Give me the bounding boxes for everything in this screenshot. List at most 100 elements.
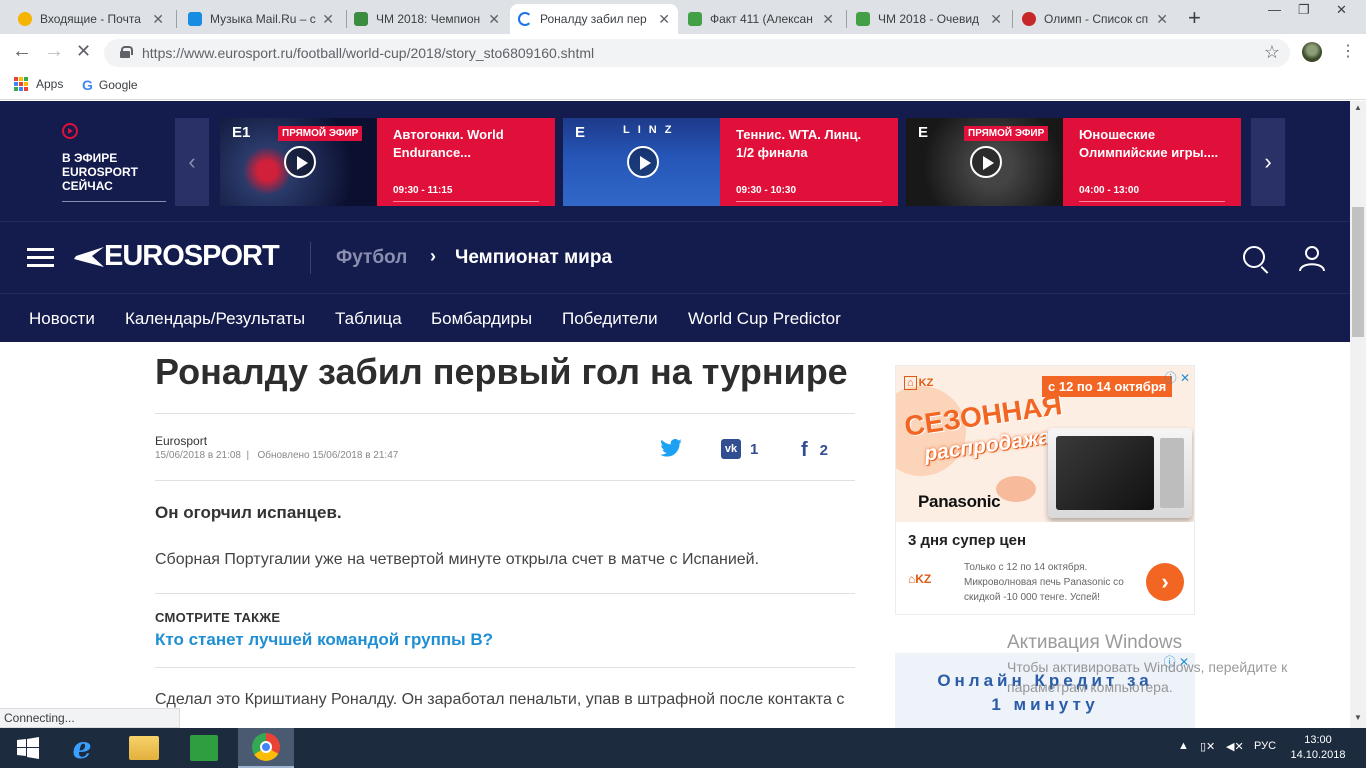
breadcrumb-world-cup[interactable]: Чемпионат мира <box>455 247 612 269</box>
restore-icon[interactable]: ❐ <box>1298 2 1310 18</box>
bookmark-star-icon[interactable]: ☆ <box>1264 42 1280 63</box>
kz-small-logo: ⌂KZ <box>908 572 931 586</box>
live-label[interactable]: В ЭФИРЕ EUROSPORT СЕЙЧАС <box>62 123 166 202</box>
address-bar: ← → ✕ https://www.eurosport.ru/football/… <box>0 34 1366 70</box>
live-label-text: В ЭФИРЕ EUROSPORT СЕЙЧАС <box>62 151 139 193</box>
close-tab-icon[interactable]: ✕ <box>1156 11 1168 28</box>
clock-time: 13:00 <box>1304 734 1332 746</box>
card-title: Теннис. WTA. Линц. 1/2 финала <box>736 127 862 160</box>
close-tab-icon[interactable]: ✕ <box>822 11 834 28</box>
close-tab-icon[interactable]: ✕ <box>152 11 164 28</box>
article-lead: Он огорчил испанцев. <box>155 503 342 522</box>
language-indicator[interactable]: РУС <box>1254 740 1276 752</box>
olympic-thumbnail: E ПРЯМОЙ ЭФИР <box>906 118 1063 206</box>
facebook-share-button[interactable]: f 2 <box>801 439 828 462</box>
browser-tab[interactable]: ЧМ 2018 - Очевид ✕ <box>848 4 1010 34</box>
fb-count: 2 <box>819 442 829 459</box>
close-tab-icon[interactable]: ✕ <box>488 11 500 28</box>
arrow-right-icon: › <box>1161 569 1169 594</box>
facebook-icon: f <box>801 439 808 461</box>
scroll-down-icon[interactable]: ▼ <box>1354 713 1362 722</box>
carousel-next-button[interactable]: › <box>1251 118 1285 206</box>
browser-tab[interactable]: Музыка Mail.Ru – с ✕ <box>180 4 342 34</box>
meta-separator: | <box>243 450 255 461</box>
scroll-up-icon[interactable]: ▲ <box>1354 103 1362 112</box>
tab-separator <box>846 10 847 28</box>
taskbar-chrome[interactable] <box>238 728 294 768</box>
nav-world-cup-predictor[interactable]: World Cup Predictor <box>688 309 841 329</box>
browser-tab[interactable]: Факт 411 (Алексан ✕ <box>680 4 842 34</box>
network-icon[interactable]: ▯✕ <box>1200 740 1215 753</box>
see-also-link[interactable]: Кто станет лучшей командой группы B? <box>155 630 493 650</box>
carousel-prev-button[interactable]: ‹ <box>175 118 209 206</box>
taskbar-explorer[interactable] <box>116 728 172 768</box>
page-scrollbar[interactable]: ▲ ▼ <box>1350 101 1366 728</box>
browser-tab[interactable]: Олимп - Список сп ✕ <box>1014 4 1176 34</box>
house-icon: ⌂ <box>904 376 917 390</box>
stop-icon[interactable]: ✕ <box>76 41 91 62</box>
minimize-icon[interactable]: — <box>1268 2 1281 17</box>
system-clock[interactable]: 13:00 14.10.2018 <box>1290 733 1346 763</box>
panasonic-logo: Panasonic <box>918 492 1001 511</box>
live-card[interactable]: E1 ПРЯМОЙ ЭФИР Автогонки. World Enduranc… <box>220 118 555 206</box>
live-card[interactable]: E ПРЯМОЙ ЭФИР Юношеские Олимпийские игры… <box>906 118 1241 206</box>
browser-tab[interactable]: Входящие - Почта ✕ <box>10 4 172 34</box>
start-button[interactable] <box>0 728 56 768</box>
bookmark-google[interactable]: G Google <box>82 77 138 93</box>
divider <box>155 667 855 668</box>
linz-banner: LINZ <box>623 124 680 136</box>
channel-logo: E1 <box>232 124 251 141</box>
tray-chevron-icon[interactable]: ▲ <box>1178 740 1189 752</box>
site-favicon-icon <box>354 12 368 26</box>
tab-title: ЧМ 2018 - Очевид <box>878 12 980 26</box>
header-divider <box>310 242 311 274</box>
bookmark-apps[interactable]: Apps <box>14 77 63 91</box>
nav-news[interactable]: Новости <box>29 309 95 329</box>
menu-icon[interactable]: ⋮ <box>1340 41 1356 61</box>
leaf-decoration <box>996 476 1036 502</box>
hamburger-menu-icon[interactable] <box>27 248 54 268</box>
progress-bar <box>736 201 882 202</box>
browser-tab[interactable]: ЧМ 2018: Чемпион ✕ <box>346 4 508 34</box>
tab-title: Факт 411 (Алексан <box>710 12 813 26</box>
live-card[interactable]: E LINZ Теннис. WTA. Линц. 1/2 финала 09:… <box>563 118 898 206</box>
nav-scorers[interactable]: Бомбардиры <box>431 309 532 329</box>
browser-tab-active[interactable]: Роналду забил пер ✕ <box>510 4 678 34</box>
close-tab-icon[interactable]: ✕ <box>322 11 334 28</box>
tab-separator <box>176 10 177 28</box>
close-window-icon[interactable]: ✕ <box>1336 2 1347 18</box>
play-icon[interactable] <box>627 146 659 178</box>
vk-share-button[interactable]: vk 1 <box>721 439 758 459</box>
user-icon[interactable] <box>1298 244 1326 272</box>
back-icon[interactable]: ← <box>12 40 32 63</box>
new-tab-button[interactable]: + <box>1188 5 1201 31</box>
card-time: 09:30 - 10:30 <box>736 185 797 196</box>
olimp-favicon-icon <box>1022 12 1036 26</box>
article-author[interactable]: Eurosport <box>155 434 207 448</box>
nav-table[interactable]: Таблица <box>335 309 402 329</box>
breadcrumb-football[interactable]: Футбол <box>336 247 407 269</box>
breadcrumb-chevron-icon: › <box>430 246 436 266</box>
forward-icon[interactable]: → <box>44 40 64 63</box>
ad-go-button[interactable]: › <box>1146 563 1184 601</box>
adchoices-icon[interactable]: ⓘ ✕ <box>1165 369 1190 386</box>
kz-logo: ⌂ KZ <box>904 376 940 396</box>
profile-avatar[interactable] <box>1302 42 1322 62</box>
bookmark-label: Google <box>98 78 138 92</box>
advertisement-banner[interactable]: ⌂ KZ с 12 по 14 октября СЕЗОННАЯ распрода… <box>895 365 1195 615</box>
close-tab-icon[interactable]: ✕ <box>990 11 1002 28</box>
taskbar-ie[interactable]: e <box>54 728 110 768</box>
url-input[interactable]: https://www.eurosport.ru/football/world-… <box>104 39 1290 67</box>
scrollbar-thumb[interactable] <box>1352 207 1364 337</box>
lock-icon <box>120 46 133 58</box>
nav-calendar-results[interactable]: Календарь/Результаты <box>125 309 305 329</box>
close-tab-icon[interactable]: ✕ <box>658 11 670 28</box>
search-icon[interactable] <box>1243 246 1265 268</box>
taskbar-store[interactable] <box>176 728 232 768</box>
eurosport-logo[interactable]: EUROSPORT <box>74 240 280 273</box>
twitter-share-button[interactable] <box>660 439 682 457</box>
volume-icon[interactable]: ◀✕ <box>1226 740 1244 753</box>
play-icon[interactable] <box>284 146 316 178</box>
nav-winners[interactable]: Победители <box>562 309 658 329</box>
play-icon[interactable] <box>970 146 1002 178</box>
